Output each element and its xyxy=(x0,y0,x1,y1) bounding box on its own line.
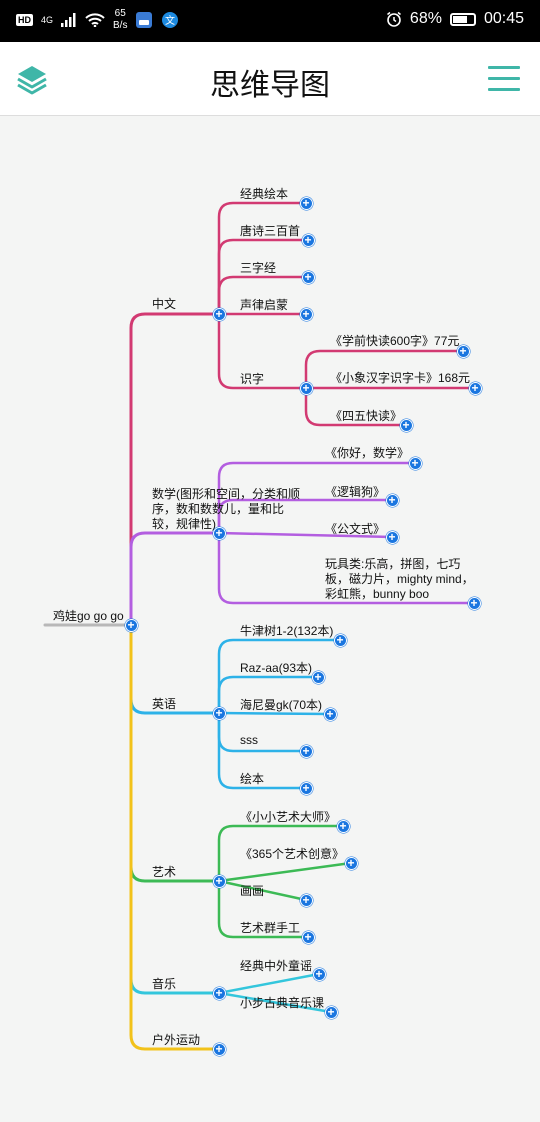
child-label-1-2[interactable]: 《公文式》 xyxy=(325,520,385,537)
child-label-2-2[interactable]: 海尼曼gk(70本) xyxy=(240,696,322,713)
speed-unit: B/s xyxy=(113,20,128,31)
wifi-icon xyxy=(85,13,105,27)
child-label-4-1[interactable]: 小步古典音乐课 xyxy=(240,994,324,1011)
child-label-0-2[interactable]: 三字经 xyxy=(240,259,276,276)
child-label-0-3[interactable]: 声律启蒙 xyxy=(240,296,288,313)
child-label-4-0[interactable]: 经典中外童谣 xyxy=(240,957,312,974)
battery-icon xyxy=(449,12,476,26)
child-label-1-0[interactable]: 《你好，数学》 xyxy=(325,444,409,461)
expand-node-button[interactable]: + xyxy=(299,196,313,210)
signal-icon xyxy=(61,13,76,27)
expand-node-button[interactable]: + xyxy=(385,530,399,544)
child-connector-2-2 xyxy=(217,711,332,716)
collapse-node-button[interactable]: + xyxy=(212,706,226,720)
network-label: 4G xyxy=(41,15,54,25)
child-label-1-1[interactable]: 《逻辑狗》 xyxy=(325,483,385,500)
child-label-0-4[interactable]: 识字 xyxy=(240,370,264,387)
collapse-node-button[interactable]: + xyxy=(212,874,226,888)
branch-label-0[interactable]: 中文 xyxy=(152,295,212,312)
expand-node-button[interactable]: + xyxy=(344,856,358,870)
branch-label-3[interactable]: 艺术 xyxy=(152,863,212,880)
expand-node-button[interactable]: + xyxy=(299,781,313,795)
child-label-3-3[interactable]: 艺术群手工 xyxy=(240,919,300,936)
child-connector-3-1 xyxy=(217,861,353,883)
expand-node-button[interactable]: + xyxy=(324,1005,338,1019)
translate-app-icon: 文 xyxy=(162,12,179,28)
child-label-0-0[interactable]: 经典绘本 xyxy=(240,185,288,202)
branch-label-5[interactable]: 户外运动 xyxy=(152,1031,222,1048)
mindmap-canvas[interactable]: 鸡娃go go go 中文 经典绘本 + 唐诗三百首 + 三字经 + 声律启蒙 + 识字 《学前快读6… xyxy=(0,117,540,1122)
branch-connector-3 xyxy=(129,623,221,883)
grandchild-label-0[interactable]: 《学前快读600字》77元 xyxy=(330,332,459,349)
child-label-3-1[interactable]: 《365个艺术创意》 xyxy=(240,845,344,862)
notification-app-icon xyxy=(136,12,153,28)
branch-label-2[interactable]: 英语 xyxy=(152,695,212,712)
speed-value: 65 xyxy=(114,8,126,19)
expand-node-button[interactable]: + xyxy=(299,893,313,907)
collapse-node-button[interactable]: + xyxy=(299,381,313,395)
child-label-3-0[interactable]: 《小小艺术大师》 xyxy=(240,808,336,825)
child-connector-2-3 xyxy=(217,711,308,753)
expand-node-button[interactable]: + xyxy=(311,670,325,684)
hd-badge: HD xyxy=(16,14,33,26)
child-label-3-2[interactable]: 画画 xyxy=(240,882,264,899)
expand-node-button[interactable]: + xyxy=(467,596,481,610)
expand-node-button[interactable]: + xyxy=(333,633,347,647)
expand-node-button[interactable]: + xyxy=(301,233,315,247)
menu-icon-bar xyxy=(488,77,520,80)
branch-label-4[interactable]: 音乐 xyxy=(152,975,212,992)
grandchild-label-2[interactable]: 《四五快读》 xyxy=(330,407,402,424)
branch-connector-1 xyxy=(129,531,221,627)
svg-text:文: 文 xyxy=(165,14,175,27)
child-label-0-1[interactable]: 唐诗三百首 xyxy=(240,222,300,239)
child-label-2-1[interactable]: Raz-aa(93本) xyxy=(240,659,312,676)
status-left: HD 4G 65 B/s 文 xyxy=(16,8,179,32)
expand-node-button[interactable]: + xyxy=(456,344,470,358)
expand-node-button[interactable]: + xyxy=(399,418,413,432)
collapse-node-button[interactable]: + xyxy=(212,986,226,1000)
alarm-icon xyxy=(386,11,401,27)
child-connector-4-0 xyxy=(217,972,321,995)
root-node-label[interactable]: 鸡娃go go go xyxy=(53,607,133,624)
clock: 00:45 xyxy=(483,10,524,27)
expand-node-button[interactable]: + xyxy=(336,819,350,833)
expand-node-button[interactable]: + xyxy=(299,307,313,321)
menu-icon-bar xyxy=(488,88,520,91)
child-label-2-3[interactable]: sss xyxy=(240,733,258,747)
expand-node-button[interactable]: + xyxy=(408,456,422,470)
collapse-node-button[interactable]: + xyxy=(212,1042,226,1056)
expand-node-button[interactable]: + xyxy=(301,930,315,944)
branch-connector-0 xyxy=(129,312,221,627)
status-bar: HD 4G 65 B/s 文 68% 00:45 xyxy=(0,0,540,42)
collapse-root-button[interactable]: + xyxy=(124,618,138,632)
menu-icon-bar xyxy=(488,66,520,69)
expand-node-button[interactable]: + xyxy=(299,744,313,758)
branch-connector-4 xyxy=(129,623,221,995)
grandchild-label-1[interactable]: 《小象汉字识字卡》168元 xyxy=(330,369,470,386)
expand-node-button[interactable]: + xyxy=(468,381,482,395)
branch-label-1[interactable]: 数学(图形和空间，分类和顺序，数和数数儿，量和比较，规律性) xyxy=(152,487,302,532)
battery-percent: 68% xyxy=(409,10,442,27)
app-header: 思维导图 xyxy=(0,42,540,116)
expand-node-button[interactable]: + xyxy=(301,270,315,284)
expand-node-button[interactable]: + xyxy=(323,707,337,721)
child-label-1-3[interactable]: 玩具类:乐高，拼图，七巧板，磁力片，mighty mind，彩虹熊，bunny … xyxy=(325,557,475,602)
page-title: 思维导图 xyxy=(210,69,330,102)
child-label-2-4[interactable]: 绘本 xyxy=(240,770,264,787)
network-speed: 65 B/s xyxy=(113,8,127,32)
expand-node-button[interactable]: + xyxy=(312,967,326,981)
collapse-node-button[interactable]: + xyxy=(212,307,226,321)
child-label-2-0[interactable]: 牛津树1-2(132本) xyxy=(240,622,333,639)
status-right: 68% 00:45 xyxy=(386,10,524,28)
expand-node-button[interactable]: + xyxy=(385,493,399,507)
menu-button[interactable] xyxy=(488,66,520,92)
collapse-node-button[interactable]: + xyxy=(212,526,226,540)
